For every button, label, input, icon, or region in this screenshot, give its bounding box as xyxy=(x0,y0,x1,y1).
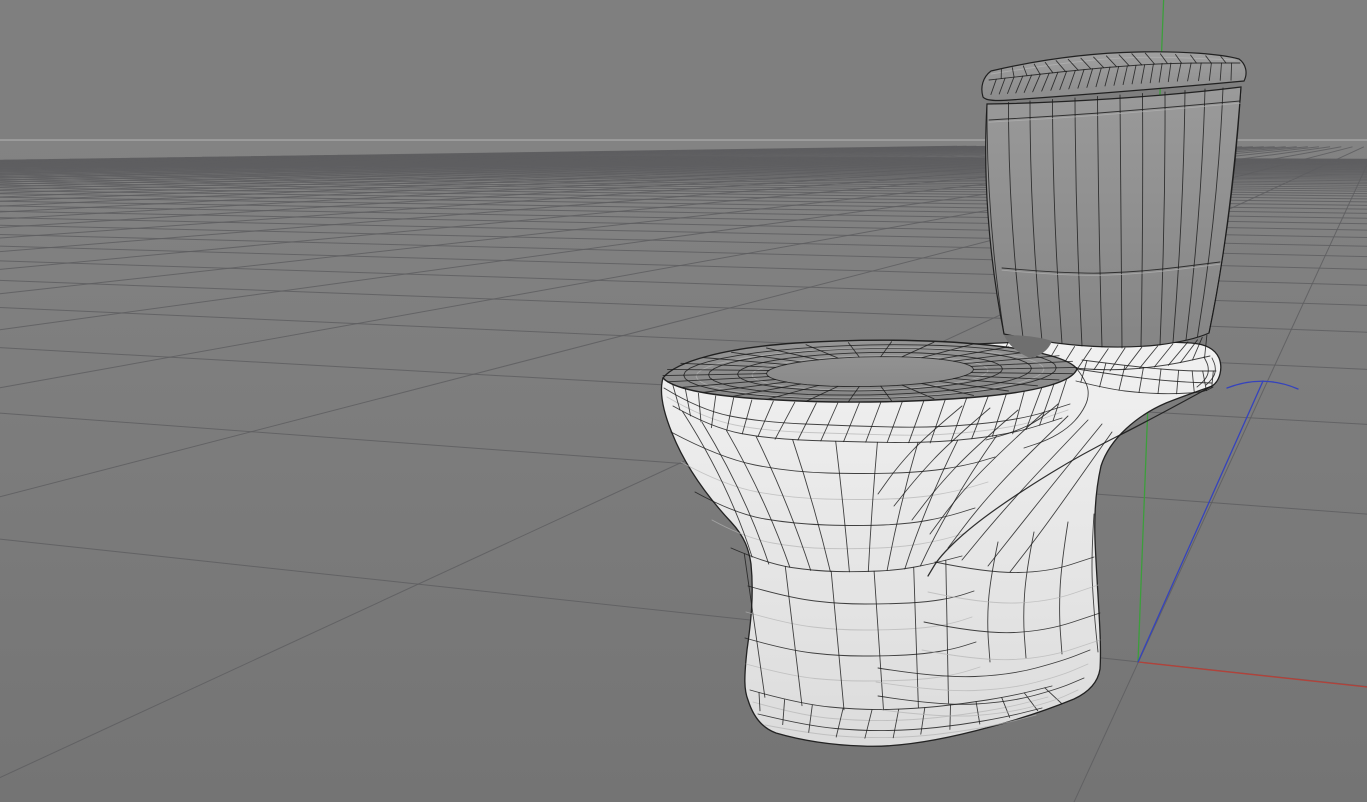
scene-svg xyxy=(0,0,1367,802)
wire-line xyxy=(1230,62,1233,81)
viewport-3d[interactable] xyxy=(0,0,1367,802)
toilet-tank xyxy=(985,86,1242,348)
wire-line xyxy=(949,704,951,730)
